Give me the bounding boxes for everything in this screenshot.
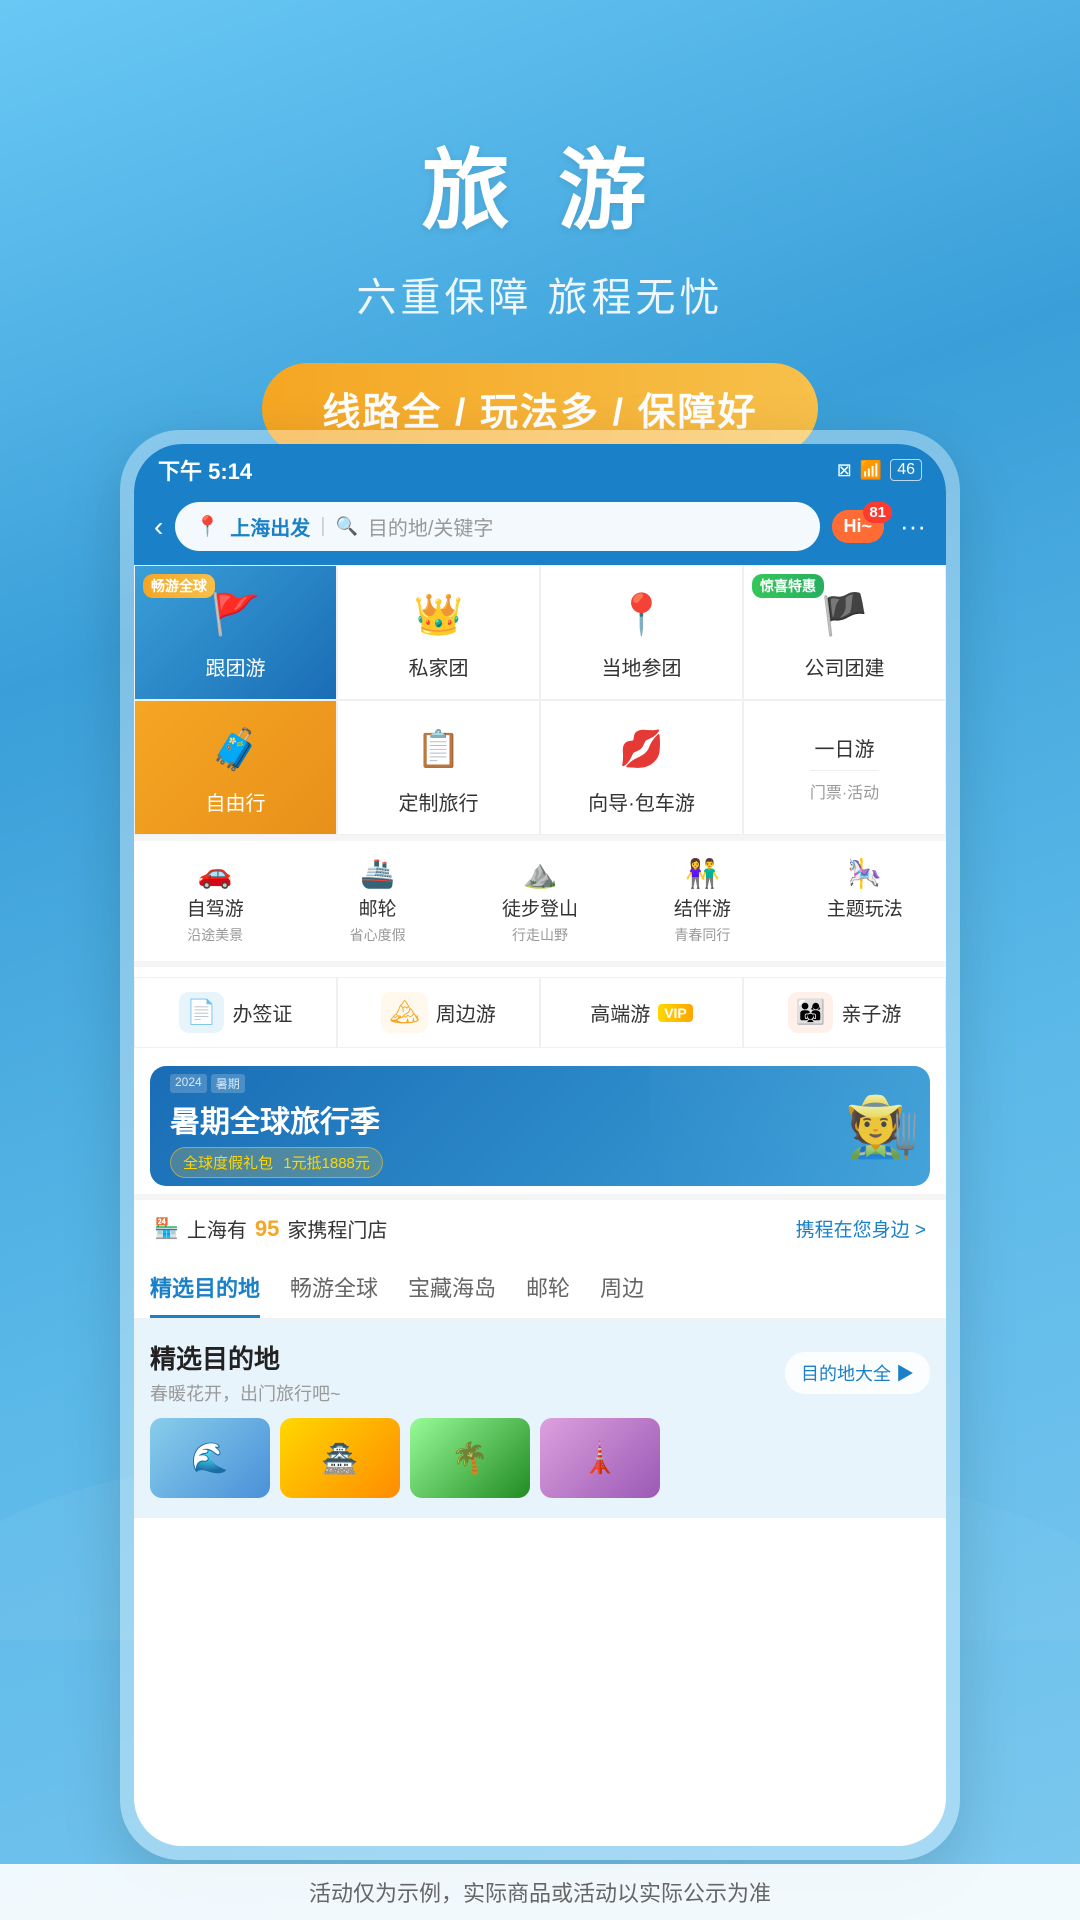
- phone-inner: 下午 5:14 ⊠ 📶 46 ‹ 📍 上海出发 | 🔍 目的地/关键字: [134, 444, 946, 1846]
- back-button[interactable]: ‹: [154, 511, 163, 543]
- tab-global[interactable]: 畅游全球: [290, 1271, 378, 1318]
- service-luxury[interactable]: 高端游 VIP: [540, 977, 743, 1048]
- store-left: 🏪 上海有 95 家携程门店: [154, 1214, 387, 1243]
- dest-section-info: 精选目的地 春暖花开，出门旅行吧~: [150, 1339, 341, 1406]
- category-company-tour[interactable]: 惊喜特惠 🏴 公司团建: [743, 565, 946, 700]
- store-icon: 🏪: [154, 1216, 179, 1241]
- category-local-tour[interactable]: 📍 当地参团: [540, 565, 743, 700]
- private-tour-label: 私家团: [409, 652, 469, 681]
- search-bar: ‹ 📍 上海出发 | 🔍 目的地/关键字 Hi~ 81 ···: [134, 492, 946, 565]
- battery-level: 46: [890, 459, 922, 481]
- screen-rotate-icon: ⊠: [837, 460, 852, 481]
- more-button[interactable]: ···: [900, 511, 926, 542]
- hero-title: 旅 游: [0, 120, 1080, 247]
- dest-section-subtitle: 春暖花开，出门旅行吧~: [150, 1380, 341, 1406]
- banner-title: 暑期全球旅行季: [170, 1097, 383, 1141]
- category-guide-car[interactable]: 💋 向导·包车游: [540, 700, 743, 835]
- category-hiking[interactable]: ⛰️ 徒步登山 行走山野: [459, 841, 621, 961]
- category-companion[interactable]: 👫 结伴游 青春同行: [621, 841, 783, 961]
- dest-card[interactable]: 🌊: [150, 1418, 270, 1498]
- guide-car-icon: 💋: [612, 719, 672, 779]
- dest-all-button[interactable]: 目的地大全 ▶: [785, 1352, 930, 1394]
- hero-subtitle: 六重保障 旅程无忧: [0, 265, 1080, 323]
- group-tour-tag: 畅游全球: [143, 574, 215, 598]
- search-right-actions: Hi~ 81 ···: [832, 510, 927, 543]
- search-origin: 上海出发: [230, 512, 310, 541]
- notification-badge: 81: [863, 502, 892, 523]
- category-self-drive[interactable]: 🚗 自驾游 沿途美景: [134, 841, 296, 961]
- custom-travel-icon: 📋: [409, 719, 469, 779]
- dest-section-header: 精选目的地 春暖花开，出门旅行吧~ 目的地大全 ▶: [150, 1339, 930, 1406]
- local-tour-icon: 📍: [612, 584, 672, 644]
- group-tour-label: 跟团游: [206, 652, 266, 681]
- search-input[interactable]: 📍 上海出发 | 🔍 目的地/关键字: [175, 502, 819, 551]
- dest-cards: 🌊 🏯 🌴 🗼: [150, 1418, 930, 1498]
- category-private-tour[interactable]: 👑 私家团: [337, 565, 540, 700]
- phone-mockup: 下午 5:14 ⊠ 📶 46 ‹ 📍 上海出发 | 🔍 目的地/关键字: [120, 430, 960, 1860]
- phone-outer: 下午 5:14 ⊠ 📶 46 ‹ 📍 上海出发 | 🔍 目的地/关键字: [120, 430, 960, 1860]
- hi-button-wrap: Hi~ 81: [832, 510, 885, 543]
- tab-featured[interactable]: 精选目的地: [150, 1271, 260, 1318]
- banner-character: 🧑‍🌾: [845, 1066, 920, 1186]
- dest-card[interactable]: 🗼: [540, 1418, 660, 1498]
- status-icons: ⊠ 📶 46: [837, 459, 922, 481]
- company-tour-icon: 🏴: [815, 584, 875, 644]
- family-label: 亲子游: [841, 998, 901, 1027]
- company-tour-label: 公司团建: [805, 652, 885, 681]
- custom-travel-label: 定制旅行: [399, 787, 479, 816]
- wifi-icon: 📶: [860, 460, 882, 481]
- category-row3: 🚗 自驾游 沿途美景 🚢 邮轮 省心度假 ⛰️ 徒步登山 行走山野 👫 结伴游: [134, 835, 946, 961]
- company-tour-tag: 惊喜特惠: [752, 574, 824, 598]
- hero-section: 旅 游 六重保障 旅程无忧 线路全 / 玩法多 / 保障好: [0, 0, 1080, 454]
- search-dest-placeholder: 目的地/关键字: [368, 512, 494, 541]
- tab-island[interactable]: 宝藏海岛: [408, 1271, 496, 1318]
- service-nearby[interactable]: 🏔 周边游: [337, 977, 540, 1048]
- private-tour-icon: 👑: [409, 584, 469, 644]
- tab-nearby[interactable]: 周边: [600, 1271, 644, 1318]
- nearby-label: 周边游: [436, 998, 496, 1027]
- category-grid-row1: 畅游全球 🚩 跟团游 👑 私家团 📍: [134, 565, 946, 700]
- local-tour-label: 当地参团: [602, 652, 682, 681]
- dest-card[interactable]: 🏯: [280, 1418, 400, 1498]
- service-visa[interactable]: 📄 办签证: [134, 977, 337, 1048]
- category-free-travel[interactable]: 🧳 自由行: [134, 700, 337, 835]
- service-family[interactable]: 👨‍👩‍👧 亲子游: [743, 977, 946, 1048]
- dest-section-title: 精选目的地: [150, 1339, 341, 1376]
- banner-offer: 全球度假礼包 1元抵1888元: [170, 1147, 383, 1178]
- category-cruise[interactable]: 🚢 邮轮 省心度假: [296, 841, 458, 961]
- category-day-trip[interactable]: 一日游 门票·活动: [743, 700, 946, 835]
- services-row: 📄 办签证 🏔 周边游 高端游 VIP 👨‍👩‍👧 亲子游: [134, 961, 946, 1058]
- disclaimer: 活动仅为示例，实际商品或活动以实际公示为准: [0, 1864, 1080, 1920]
- visa-label: 办签证: [232, 998, 292, 1027]
- free-travel-icon: 🧳: [206, 719, 266, 779]
- status-time: 下午 5:14: [158, 454, 252, 486]
- category-theme[interactable]: 🎠 主题玩法: [784, 841, 946, 961]
- vip-badge: VIP: [658, 1004, 693, 1022]
- category-grid-row2: 🧳 自由行 📋 定制旅行 💋 向导·包车游: [134, 700, 946, 835]
- tab-cruise[interactable]: 邮轮: [526, 1271, 570, 1318]
- dest-card[interactable]: 🌴: [410, 1418, 530, 1498]
- guide-car-label: 向导·包车游: [588, 787, 695, 816]
- luxury-label: 高端游: [590, 998, 650, 1027]
- store-count: 95: [255, 1216, 279, 1242]
- category-custom-travel[interactable]: 📋 定制旅行: [337, 700, 540, 835]
- location-pin-icon: 📍: [195, 514, 220, 539]
- status-bar: 下午 5:14 ⊠ 📶 46: [134, 444, 946, 492]
- search-icon: 🔍: [335, 516, 357, 537]
- ticket-activity-label: 门票·活动: [810, 770, 879, 803]
- banner-text: 2024 暑期 暑期全球旅行季 全球度假礼包 1元抵1888元: [150, 1066, 403, 1186]
- category-group-tour[interactable]: 畅游全球 🚩 跟团游: [134, 565, 337, 700]
- day-trip-label: 一日游: [815, 733, 875, 762]
- destinations-section: 精选目的地 春暖花开，出门旅行吧~ 目的地大全 ▶ 🌊 🏯 🌴 🗼: [134, 1319, 946, 1518]
- promo-banner[interactable]: 2024 暑期 暑期全球旅行季 全球度假礼包 1元抵1888元 🧑‍🌾: [150, 1066, 930, 1186]
- store-info: 🏪 上海有 95 家携程门店 携程在您身边 >: [134, 1194, 946, 1257]
- destination-tabs: 精选目的地 畅游全球 宝藏海岛 邮轮 周边: [134, 1257, 946, 1319]
- store-link[interactable]: 携程在您身边 >: [796, 1215, 926, 1242]
- group-tour-icon: 🚩: [206, 584, 266, 644]
- free-travel-label: 自由行: [206, 787, 266, 816]
